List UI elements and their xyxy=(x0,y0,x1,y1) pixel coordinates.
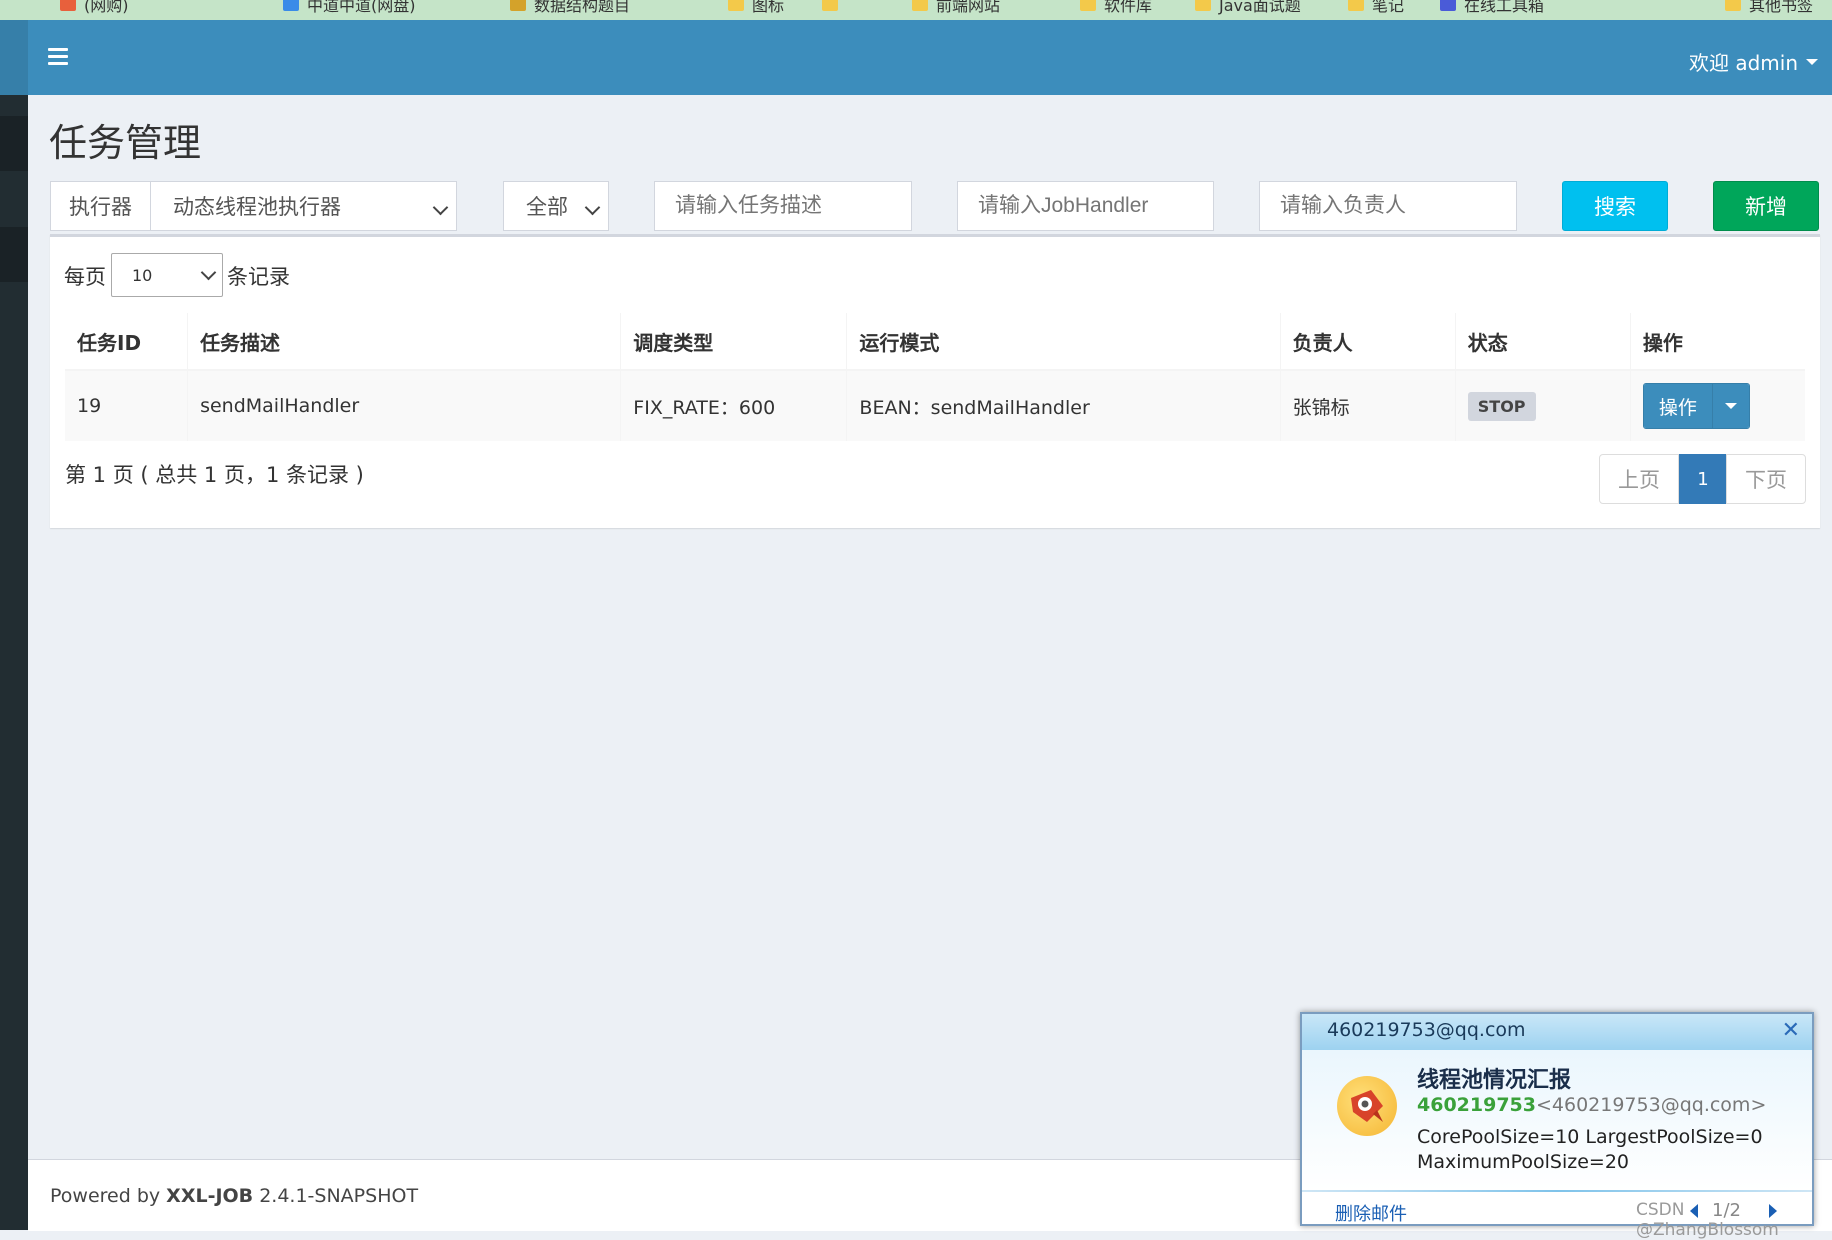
operation-dropdown[interactable]: 操作 xyxy=(1642,383,1750,429)
folder-icon xyxy=(822,0,838,11)
column-header[interactable]: 状态 xyxy=(1455,313,1631,371)
bookmark-item[interactable]: 中道中道(网盘) xyxy=(283,0,416,15)
sidebar-item-active[interactable] xyxy=(0,227,28,282)
pagination: 上页 1 下页 xyxy=(1599,454,1806,504)
mail-subject: 线程池情况汇报 xyxy=(1417,1068,1572,1093)
page-length-prefix: 每页 xyxy=(64,265,106,289)
bookmark-folder[interactable]: 前端网站 xyxy=(912,0,1000,15)
folder-icon xyxy=(912,0,928,11)
sender-avatar xyxy=(1337,1076,1397,1136)
job-list-box: 每页 10 条记录 任务ID 任务描述 调度类型 运行模式 负责人 状态 操作 … xyxy=(50,234,1820,528)
job-handler-input[interactable] xyxy=(957,181,1214,231)
dropdown-toggle[interactable] xyxy=(1711,384,1749,428)
close-icon[interactable]: ✕ xyxy=(1782,1018,1800,1043)
sidebar xyxy=(0,20,28,1230)
status-select-value: 全部 xyxy=(526,195,568,219)
mail-notification-popup[interactable]: 460219753@qq.com ✕ 线程池情况汇报 460219753<460… xyxy=(1300,1012,1814,1226)
bookmark-item[interactable]: 数据结构题目 xyxy=(510,0,630,15)
folder-icon xyxy=(1725,0,1741,11)
column-header[interactable]: 负责人 xyxy=(1280,313,1456,371)
folder-icon xyxy=(1195,0,1211,11)
watermark: CSDN @ZhangBlossom xyxy=(1636,1200,1779,1240)
popup-sender: 460219753@qq.com xyxy=(1327,1019,1526,1041)
folder-icon xyxy=(728,0,744,11)
bookmark-icon xyxy=(510,0,526,11)
caret-down-icon xyxy=(1806,58,1818,65)
popup-body[interactable]: 线程池情况汇报 460219753<460219753@qq.com> Core… xyxy=(1302,1050,1812,1190)
chevron-down-icon xyxy=(432,199,449,216)
table-header-row: 任务ID 任务描述 调度类型 运行模式 负责人 状态 操作 xyxy=(65,313,1805,371)
page-length-select[interactable]: 10 xyxy=(111,253,223,297)
job-table: 任务ID 任务描述 调度类型 运行模式 负责人 状态 操作 19 sendMai… xyxy=(65,313,1805,441)
executor-select[interactable]: 动态线程池执行器 xyxy=(150,181,457,231)
page-title: 任务管理 xyxy=(49,121,202,165)
executor-select-value: 动态线程池执行器 xyxy=(173,195,341,219)
mail-preview-line: CorePoolSize=10 LargestPoolSize=0 xyxy=(1417,1126,1763,1148)
cell-job-id: 19 xyxy=(65,370,189,441)
operation-button[interactable]: 操作 xyxy=(1643,384,1712,428)
job-desc-input[interactable] xyxy=(654,181,912,231)
mail-from-name: 460219753 xyxy=(1417,1094,1536,1116)
popup-header: 460219753@qq.com ✕ xyxy=(1302,1014,1812,1050)
bookmark-icon xyxy=(283,0,299,11)
table-info: 第 1 页 ( 总共 1 页，1 条记录 ) xyxy=(65,463,364,487)
mail-from: 460219753<460219753@qq.com> xyxy=(1417,1094,1766,1116)
user-menu-label: 欢迎 admin xyxy=(1688,51,1798,75)
bookmark-folder[interactable]: Java面试题 xyxy=(1195,0,1301,15)
bookmark-icon xyxy=(60,0,76,11)
menu-toggle-icon[interactable] xyxy=(48,48,68,69)
cell-author: 张锦标 xyxy=(1280,370,1456,441)
status-select[interactable]: 全部 xyxy=(503,181,609,231)
delete-mail-link[interactable]: 删除邮件 xyxy=(1335,1200,1407,1224)
add-job-button[interactable]: 新增 xyxy=(1713,181,1819,231)
bookmark-folder[interactable]: 软件库 xyxy=(1080,0,1152,15)
next-page-button[interactable]: 下页 xyxy=(1726,454,1806,504)
user-menu[interactable]: 欢迎 admin xyxy=(1689,47,1818,76)
cell-actions: 操作 xyxy=(1630,370,1805,441)
bookmark-folder[interactable]: 笔记 xyxy=(1348,0,1404,15)
page-length-suffix: 条记录 xyxy=(227,265,290,289)
mail-from-addr: <460219753@qq.com> xyxy=(1535,1094,1767,1116)
search-button[interactable]: 搜索 xyxy=(1562,181,1668,231)
status-badge: STOP xyxy=(1467,391,1536,421)
top-navbar: 欢迎 admin xyxy=(28,20,1832,95)
column-header[interactable]: 任务ID xyxy=(65,313,189,371)
popup-divider xyxy=(1302,1190,1812,1192)
column-header[interactable]: 任务描述 xyxy=(187,313,622,371)
prev-page-button[interactable]: 上页 xyxy=(1599,454,1679,504)
cell-run-mode: BEAN：sendMailHandler xyxy=(846,370,1281,441)
column-header[interactable]: 运行模式 xyxy=(846,313,1281,371)
page-number-button[interactable]: 1 xyxy=(1679,454,1727,504)
footer-text: Powered by XXL-JOB 2.4.1-SNAPSHOT xyxy=(50,1185,419,1207)
bookmark-icon xyxy=(1440,0,1456,11)
bookmark-item[interactable]: 在线工具箱 xyxy=(1440,0,1544,15)
sidebar-item[interactable] xyxy=(0,116,28,171)
caret-down-icon xyxy=(1724,403,1737,409)
mail-preview-line: MaximumPoolSize=20 xyxy=(1417,1151,1630,1173)
folder-icon xyxy=(1348,0,1364,11)
folder-icon xyxy=(1080,0,1096,11)
chevron-down-icon xyxy=(200,264,217,281)
column-header[interactable]: 操作 xyxy=(1630,313,1805,371)
author-input[interactable] xyxy=(1259,181,1517,231)
bookmarks-bar: (网购) 中道中道(网盘) 数据结构题目 图标 前端网站 软件库 Java面试题… xyxy=(0,0,1832,21)
bookmark-folder[interactable]: 图标 xyxy=(728,0,784,15)
executor-addon: 执行器 xyxy=(50,181,151,231)
footer-brand[interactable]: XXL-JOB xyxy=(166,1185,253,1207)
bookmark-item[interactable]: (网购) xyxy=(60,0,129,15)
table-row: 19 sendMailHandler FIX_RATE：600 BEAN：sen… xyxy=(65,370,1805,441)
bookmark-folder[interactable]: 其他书签 xyxy=(1725,0,1813,15)
sidebar-logo[interactable] xyxy=(0,20,28,95)
cell-job-desc: sendMailHandler xyxy=(187,370,622,441)
cell-schedule: FIX_RATE：600 xyxy=(620,370,848,441)
mail-avatar-icon xyxy=(1351,1090,1383,1122)
bookmark-folder[interactable] xyxy=(822,0,846,14)
page-length-value: 10 xyxy=(132,265,153,285)
column-header[interactable]: 调度类型 xyxy=(620,313,848,371)
chevron-down-icon xyxy=(584,199,601,216)
cell-status: STOP xyxy=(1455,370,1631,441)
